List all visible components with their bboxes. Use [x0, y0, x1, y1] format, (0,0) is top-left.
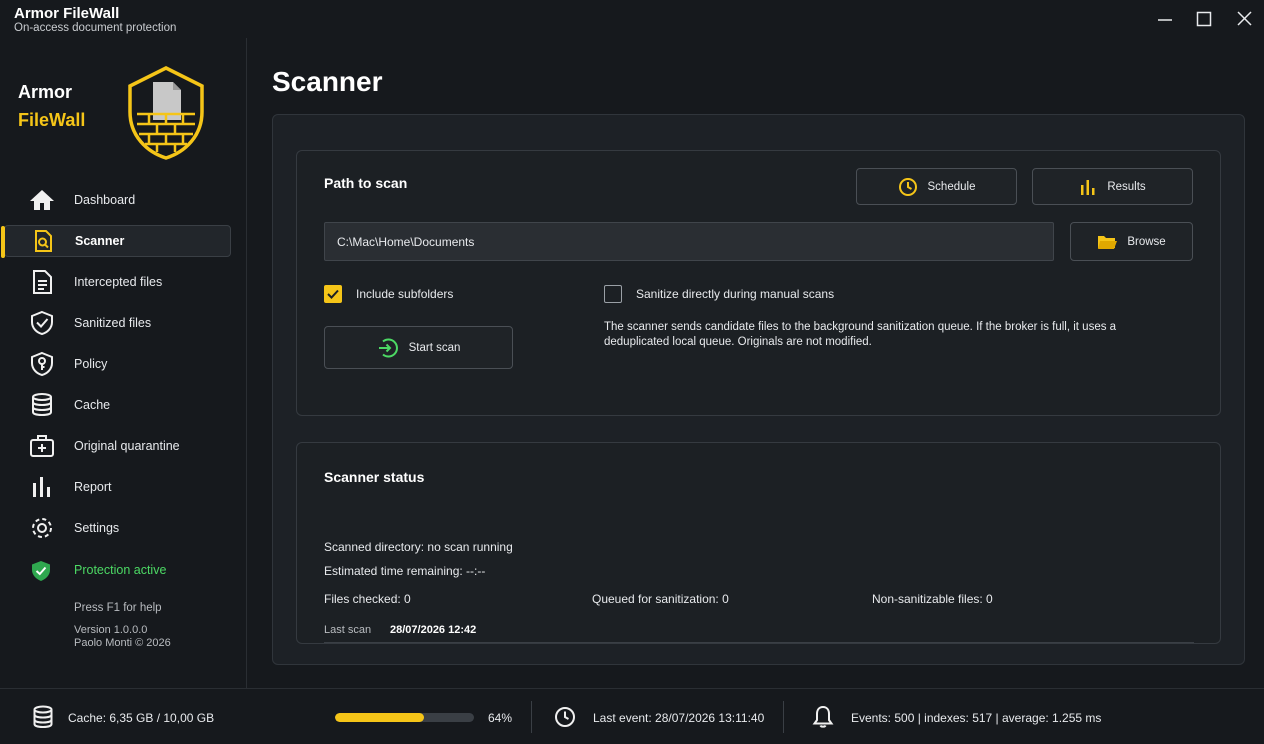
brand-line-1: Armor — [18, 82, 73, 102]
maximize-icon — [1196, 11, 1212, 27]
checkmark-icon — [327, 289, 339, 299]
sidebar-item-label: Sanitized files — [74, 316, 152, 330]
scanner-status-heading: Scanner status — [324, 469, 425, 485]
sidebar-item-label: Dashboard — [74, 193, 136, 207]
path-input[interactable] — [324, 222, 1054, 261]
separator — [531, 701, 532, 733]
status-divider — [324, 642, 1194, 643]
last-event: Last event: 28/07/2026 13:11:40 — [593, 711, 765, 725]
include-subfolders-checkbox[interactable] — [324, 285, 342, 303]
results-label: Results — [1107, 180, 1146, 193]
arrow-in-circle-icon — [377, 337, 399, 359]
sidebar-item-settings[interactable]: Settings — [4, 512, 231, 544]
sidebar-item-label: Intercepted files — [74, 275, 163, 289]
last-scan-label: Last scan — [324, 624, 372, 636]
help-hint: Press F1 for help — [74, 602, 162, 614]
shield-check-icon — [32, 561, 50, 581]
cache-usage: Cache: 6,35 GB / 10,00 GB — [68, 711, 215, 725]
author-label: Paolo Monti © 2026 — [74, 637, 171, 649]
brand-name: Armor FileWall — [18, 78, 85, 134]
sanitize-directly-checkbox[interactable] — [604, 285, 622, 303]
sidebar-item-label: Original quarantine — [74, 439, 180, 453]
close-button[interactable] — [1233, 8, 1257, 30]
cache-percent: 64% — [488, 711, 513, 725]
last-scan-value: 28/07/2026 12:42 — [390, 624, 477, 636]
schedule-label: Schedule — [927, 180, 976, 193]
include-subfolders-label: Include subfolders — [356, 287, 454, 301]
sidebar-item-label: Cache — [74, 398, 111, 412]
start-scan-label: Start scan — [408, 341, 461, 354]
sidebar-item-policy[interactable]: Policy — [4, 348, 231, 380]
version-label: Version 1.0.0.0 — [74, 624, 148, 636]
sidebar-item-report[interactable]: Report — [4, 471, 231, 503]
sidebar-item-intercepted-files[interactable]: Intercepted files — [4, 266, 231, 298]
results-button[interactable]: Results — [1032, 168, 1193, 205]
time-remaining: Estimated time remaining: --:-- — [324, 564, 486, 578]
medkit-icon — [29, 433, 55, 459]
scanner-icon — [30, 228, 56, 254]
schedule-button[interactable]: Schedule — [856, 168, 1017, 205]
bell-icon — [812, 705, 834, 732]
home-icon — [29, 187, 55, 213]
close-icon — [1237, 11, 1252, 26]
app-subtitle: On-access document protection — [14, 22, 177, 34]
document-icon — [29, 269, 55, 295]
non-sanitizable-files: Non-sanitizable files: 0 — [872, 592, 993, 606]
brand-logo — [128, 66, 204, 160]
cache-progress-fill — [335, 713, 424, 722]
sidebar-item-scanner[interactable]: Scanner — [1, 225, 231, 258]
maximize-button[interactable] — [1193, 8, 1217, 30]
shield-key-icon — [29, 351, 55, 377]
brand-line-2: FileWall — [18, 110, 86, 130]
sidebar-item-dashboard[interactable]: Dashboard — [4, 184, 231, 216]
event-stats: Events: 500 | indexes: 517 | average: 1.… — [851, 711, 1102, 725]
sidebar-item-original-quarantine[interactable]: Original quarantine — [4, 430, 231, 462]
gear-icon — [29, 515, 55, 541]
queued-for-sanitization: Queued for sanitization: 0 — [592, 592, 729, 606]
minimize-button[interactable] — [1154, 8, 1178, 30]
path-to-scan-heading: Path to scan — [324, 175, 408, 191]
start-scan-button[interactable]: Start scan — [324, 326, 513, 369]
status-bar: Cache: 6,35 GB / 10,00 GB 64% Last event… — [0, 688, 1264, 744]
sanitize-directly-label: Sanitize directly during manual scans — [636, 287, 835, 301]
page-title: Scanner — [272, 66, 383, 97]
sidebar-item-label: Report — [74, 480, 112, 494]
version-info: Version 1.0.0.0 Paolo Monti © 2026 — [74, 624, 171, 650]
browse-button[interactable]: Browse — [1070, 222, 1193, 261]
minimize-icon — [1158, 19, 1172, 21]
app-title: Armor FileWall — [14, 5, 120, 22]
cache-progress-bar — [335, 713, 474, 722]
clock-icon — [554, 706, 576, 731]
scanned-directory: Scanned directory: no scan running — [324, 540, 513, 554]
shield-check-icon — [29, 310, 55, 336]
files-checked: Files checked: 0 — [324, 592, 411, 606]
database-icon — [32, 705, 54, 732]
sidebar-item-sanitized-files[interactable]: Sanitized files — [4, 307, 231, 339]
title-bar: Armor FileWall On-access document protec… — [0, 0, 1264, 38]
bar-chart-icon — [29, 474, 55, 500]
sidebar: Armor FileWall Dashboard Scanner Interce… — [0, 38, 247, 688]
database-icon — [29, 392, 55, 418]
scanner-info-text: The scanner sends candidate files to the… — [604, 321, 1117, 348]
clock-icon — [898, 177, 918, 197]
sidebar-item-cache[interactable]: Cache — [4, 389, 231, 421]
protection-status: Protection active — [30, 560, 166, 582]
sidebar-item-label: Settings — [74, 521, 120, 535]
sidebar-item-label: Scanner — [75, 234, 125, 248]
folder-icon — [1097, 233, 1118, 251]
separator — [783, 701, 784, 733]
browse-label: Browse — [1127, 235, 1166, 248]
protection-label: Protection active — [74, 563, 167, 577]
bar-chart-icon — [1079, 178, 1097, 196]
sidebar-item-label: Policy — [74, 357, 108, 371]
